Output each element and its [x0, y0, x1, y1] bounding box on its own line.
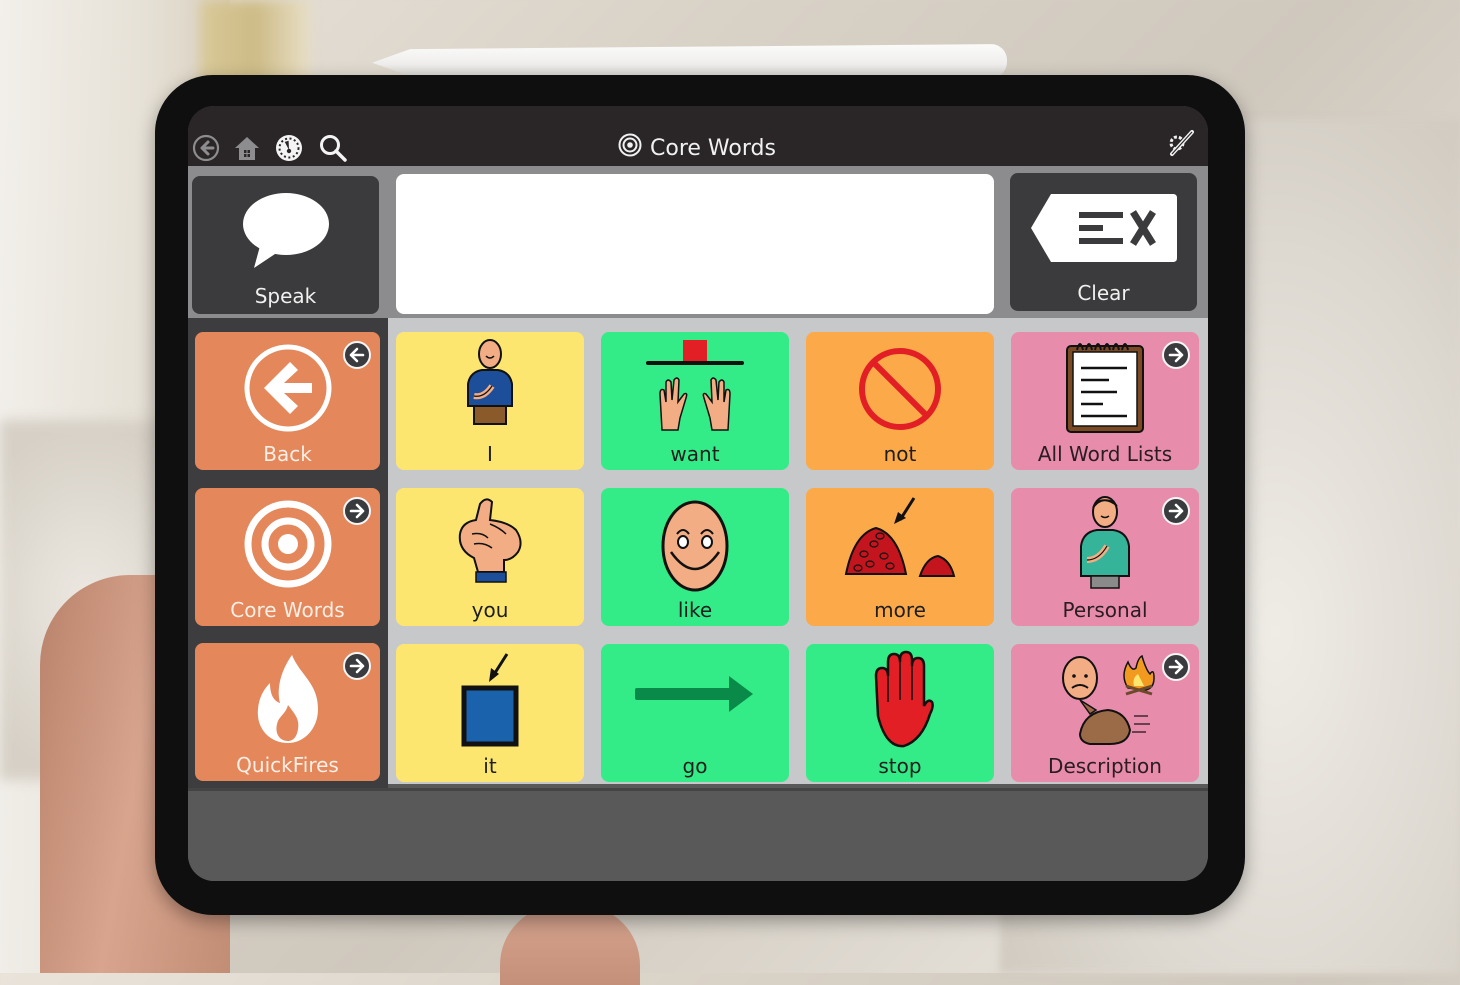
arrow-left-icon: [343, 341, 371, 369]
word-label: All Word Lists: [1037, 442, 1173, 466]
speech-bubble-icon: [240, 190, 332, 275]
arrow-right-icon: [1162, 341, 1190, 369]
word-label: I: [487, 442, 493, 466]
folder-button-all-word-lists[interactable]: All Word Lists: [1011, 332, 1199, 470]
word-label: not: [883, 442, 917, 466]
top-toolbar: Core Words: [188, 106, 1208, 166]
app-screen: Core Words Speak Clear Back Core Words Q…: [188, 106, 1208, 881]
word-button-more[interactable]: more: [806, 488, 994, 626]
nav-core-words-label: Core Words: [230, 598, 345, 622]
word-label: want: [670, 442, 720, 466]
word-label: you: [471, 598, 509, 622]
nav-back-label: Back: [263, 442, 312, 466]
back-circle-icon[interactable]: [191, 133, 221, 163]
word-button-go[interactable]: go: [601, 644, 789, 782]
prohibition-icon: [806, 346, 994, 432]
folder-button-personal[interactable]: Personal: [1011, 488, 1199, 626]
nav-core-words-button[interactable]: Core Words: [195, 488, 380, 626]
pointing-hand-icon: [396, 494, 584, 592]
word-button-stop[interactable]: stop: [806, 644, 994, 782]
word-label: it: [483, 754, 497, 778]
word-label: go: [682, 754, 708, 778]
arrow-right-icon: [343, 497, 371, 525]
clear-label: Clear: [1077, 281, 1130, 305]
word-button-not[interactable]: not: [806, 332, 994, 470]
word-label: Personal: [1062, 598, 1148, 622]
word-label: more: [874, 598, 926, 622]
word-button-want[interactable]: want: [601, 332, 789, 470]
target-icon: [618, 133, 642, 163]
folder-button-description[interactable]: Description: [1011, 644, 1199, 782]
clear-button[interactable]: Clear: [1010, 173, 1197, 311]
word-button-you[interactable]: you: [396, 488, 584, 626]
empty-bottom-area: [188, 788, 1208, 881]
nav-back-button[interactable]: Back: [195, 332, 380, 470]
hands-reaching-icon: [601, 338, 789, 434]
speak-button[interactable]: Speak: [192, 176, 379, 314]
right-arrow-icon: [601, 674, 789, 714]
clear-text-icon: [1029, 190, 1179, 271]
nav-quickfires-button[interactable]: QuickFires: [195, 643, 380, 781]
nav-quickfires-label: QuickFires: [236, 753, 339, 777]
red-hand-icon: [806, 650, 994, 750]
word-button-it[interactable]: it: [396, 644, 584, 782]
word-label: Description: [1048, 754, 1162, 778]
word-grid: I want not All Word Lists you like more …: [388, 318, 1208, 784]
edit-settings-icon[interactable]: [1166, 128, 1196, 158]
box-with-arrow-icon: [396, 650, 584, 748]
home-icon[interactable]: [232, 133, 262, 163]
stylus-pencil: [372, 44, 1007, 78]
smiling-face-icon: [601, 494, 789, 592]
holding-fingers: [500, 905, 640, 985]
arrow-right-icon: [1162, 653, 1190, 681]
navigation-column: Back Core Words QuickFires: [188, 318, 388, 788]
page-title-text: Core Words: [650, 135, 776, 161]
dashboard-gauge-icon[interactable]: [274, 133, 304, 163]
message-bar: Speak Clear: [188, 166, 1208, 318]
word-label: like: [677, 598, 713, 622]
arrow-right-icon: [1162, 497, 1190, 525]
word-button-like[interactable]: like: [601, 488, 789, 626]
message-window[interactable]: [396, 174, 994, 314]
person-pointing-self-icon: [396, 338, 584, 434]
word-label: stop: [878, 754, 922, 778]
speak-label: Speak: [254, 284, 317, 308]
page-title: Core Words: [618, 132, 776, 164]
search-icon[interactable]: [318, 133, 348, 163]
word-button-i[interactable]: I: [396, 332, 584, 470]
pile-of-beans-icon: [806, 494, 994, 592]
arrow-right-icon: [343, 652, 371, 680]
